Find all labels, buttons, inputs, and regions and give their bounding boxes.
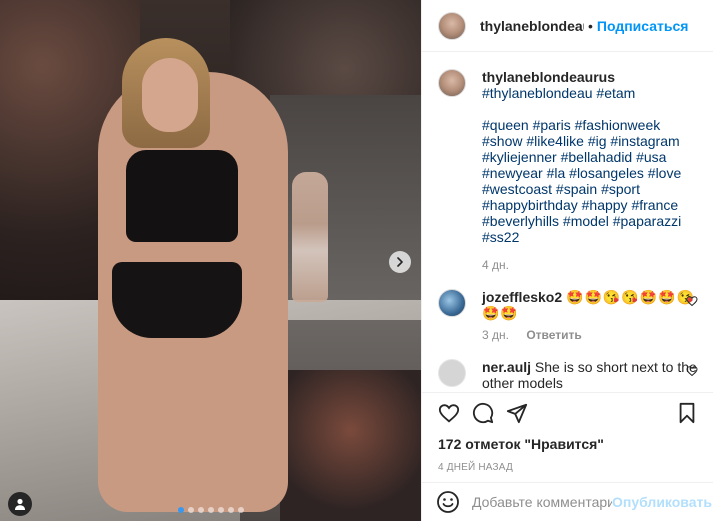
background-model bbox=[292, 172, 328, 302]
caption-username[interactable]: thylaneblondeaurus bbox=[482, 69, 615, 85]
caption-avatar[interactable] bbox=[438, 69, 466, 97]
comment-body: ner.aulj She is so short next to the oth… bbox=[482, 359, 698, 391]
comment-icon[interactable] bbox=[472, 402, 494, 424]
comment-like-heart-icon[interactable] bbox=[686, 295, 698, 307]
carousel-dot bbox=[197, 507, 204, 513]
model-face bbox=[142, 58, 198, 132]
carousel-dot bbox=[187, 507, 194, 513]
likes-count[interactable]: 172 отметок "Нравится" bbox=[438, 436, 698, 452]
comment-input[interactable] bbox=[472, 494, 612, 510]
caption-hashtags-line1[interactable]: #thylaneblondeau #etam bbox=[482, 85, 635, 101]
comment-body: jozefflesko2 🤩🤩😘😘🤩🤩😘🤩🤩 3 дн. Ответить bbox=[482, 289, 698, 343]
commenter-avatar[interactable] bbox=[438, 289, 466, 317]
commenter-avatar[interactable] bbox=[438, 359, 466, 387]
author-username[interactable]: thylaneblondeauru bbox=[480, 18, 584, 34]
comments-list[interactable]: thylaneblondeaurus #thylaneblondeau #eta… bbox=[422, 53, 713, 392]
post-date[interactable]: 4 дней назад bbox=[438, 462, 698, 473]
header-separator: • bbox=[588, 17, 593, 34]
post-actions: 172 отметок "Нравится" 4 дней назад bbox=[422, 392, 713, 473]
action-icons bbox=[438, 393, 698, 433]
bookmark-icon[interactable] bbox=[676, 402, 698, 424]
model-bottom bbox=[112, 262, 242, 338]
heart-icon[interactable] bbox=[438, 402, 460, 424]
chevron-right-icon bbox=[397, 257, 403, 267]
commenter-username[interactable]: jozefflesko2 bbox=[482, 289, 562, 305]
comment-meta: 3 дн. Ответить bbox=[482, 327, 698, 343]
carousel-dot bbox=[227, 507, 234, 513]
comment-item: ner.aulj She is so short next to the oth… bbox=[438, 359, 698, 391]
carousel-dot bbox=[177, 507, 184, 513]
post-header: thylaneblondeauru • Подписаться bbox=[422, 0, 713, 52]
comment-like-heart-icon[interactable] bbox=[686, 365, 698, 377]
carousel-dots bbox=[0, 507, 421, 513]
model-top bbox=[126, 150, 238, 242]
carousel-next-button[interactable] bbox=[389, 251, 411, 273]
author-avatar[interactable] bbox=[438, 11, 466, 40]
caption-hashtags-line2[interactable]: #queen #paris #fashionweek #show #like4l… bbox=[482, 117, 698, 245]
caption-time[interactable]: 4 дн. bbox=[482, 257, 698, 273]
commenter-username[interactable]: ner.aulj bbox=[482, 359, 531, 375]
follow-button[interactable]: Подписаться bbox=[597, 18, 689, 34]
paper-plane-icon[interactable] bbox=[506, 402, 528, 424]
comment-time[interactable]: 3 дн. bbox=[482, 328, 509, 342]
carousel-dot bbox=[207, 507, 214, 513]
add-comment-bar: Опубликовать bbox=[422, 482, 713, 521]
caption: thylaneblondeaurus #thylaneblondeau #eta… bbox=[438, 69, 698, 273]
audience-front bbox=[280, 370, 421, 521]
comment-item: jozefflesko2 🤩🤩😘😘🤩🤩😘🤩🤩 3 дн. Ответить bbox=[438, 289, 698, 343]
post-image[interactable] bbox=[0, 0, 421, 521]
publish-button[interactable]: Опубликовать bbox=[612, 494, 712, 510]
emoji-icon[interactable] bbox=[436, 490, 460, 514]
post-side-panel: thylaneblondeauru • Подписаться thylaneb… bbox=[421, 0, 713, 521]
carousel-dot bbox=[237, 507, 244, 513]
caption-text: thylaneblondeaurus #thylaneblondeau #eta… bbox=[482, 69, 698, 273]
reply-button[interactable]: Ответить bbox=[526, 328, 581, 342]
carousel-dot bbox=[217, 507, 224, 513]
